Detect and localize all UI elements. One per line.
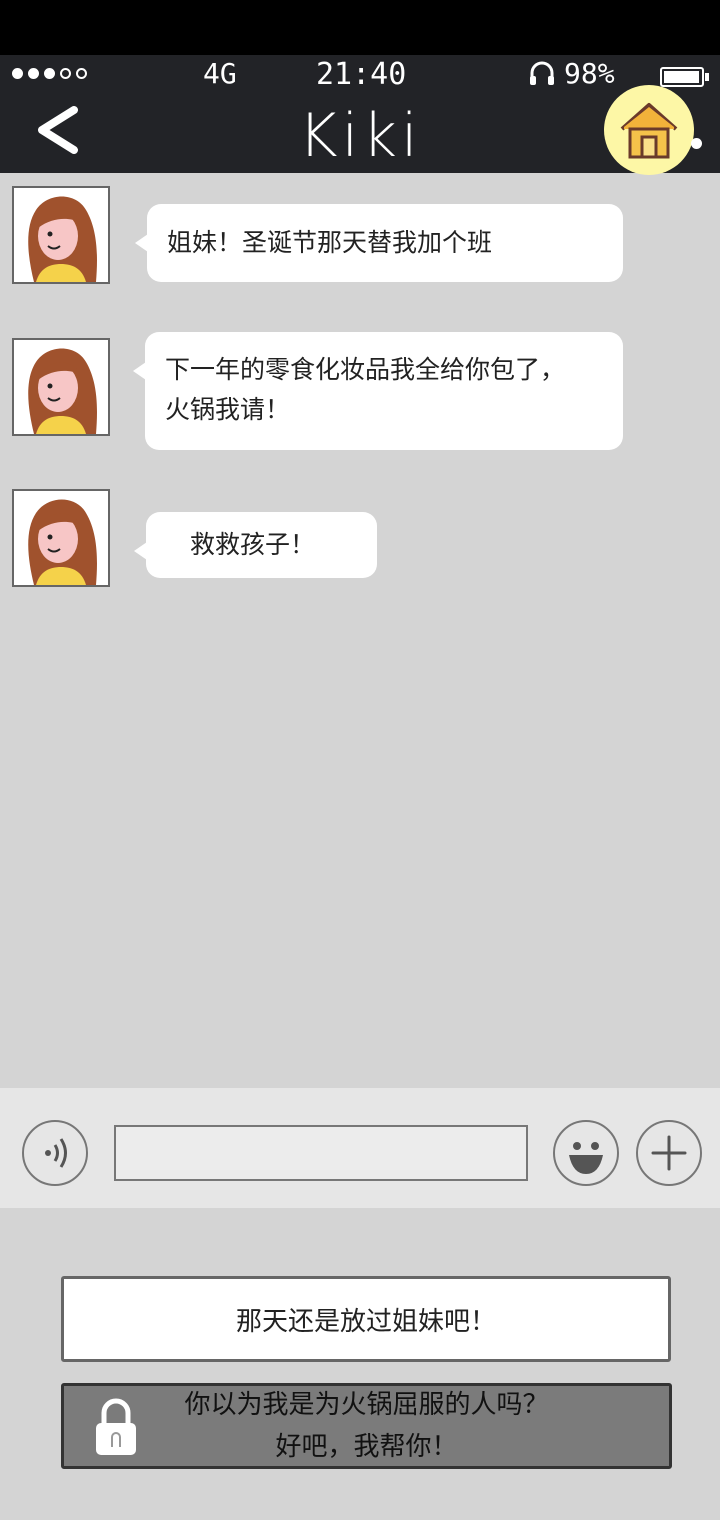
home-button[interactable] xyxy=(604,85,694,175)
top-black-bar xyxy=(0,0,720,55)
choice-option-1[interactable]: 那天还是放过姐妹吧！ xyxy=(61,1276,671,1362)
avatar[interactable] xyxy=(12,338,110,436)
voice-button[interactable] xyxy=(22,1120,88,1186)
network-type: 4G xyxy=(203,57,237,90)
message-text: 姐妹！圣诞节那天替我加个班 xyxy=(167,228,493,257)
message-bubble: 救救孩子！ xyxy=(134,512,377,578)
message-text-line: 下一年的零食化妆品我全给你包了， xyxy=(165,355,566,384)
battery-fill xyxy=(664,71,699,83)
avatar[interactable] xyxy=(12,489,110,587)
plus-button[interactable] xyxy=(636,1120,702,1186)
headphone-icon xyxy=(528,59,556,94)
choice-option-2-locked[interactable]: 你以为我是为火锅屈服的人吗？ 好吧，我帮你！ xyxy=(61,1383,672,1469)
signal-dot xyxy=(28,68,39,79)
app-header: 4G 21:40 98% Kiki xyxy=(0,55,720,175)
more-dot[interactable] xyxy=(691,138,702,149)
voice-icon xyxy=(45,1138,67,1168)
message-text-line: 火锅我请！ xyxy=(165,395,291,424)
choice-text: 那天还是放过姐妹吧！ xyxy=(235,1306,496,1337)
signal-dot xyxy=(76,68,87,79)
signal-dot xyxy=(44,68,55,79)
message-text: 救救孩子！ xyxy=(190,530,316,559)
clock: 21:40 xyxy=(316,57,407,92)
avatar[interactable] xyxy=(12,186,110,284)
emoji-button[interactable] xyxy=(553,1120,619,1186)
lock-icon xyxy=(92,1395,140,1459)
signal-dot xyxy=(12,68,23,79)
battery-icon xyxy=(660,67,709,87)
message-bubble: 姐妹！圣诞节那天替我加个班 xyxy=(135,204,623,282)
smiley-icon xyxy=(569,1142,603,1174)
message-bubble: 下一年的零食化妆品我全给你包了， 火锅我请！ xyxy=(133,332,623,450)
plus-icon xyxy=(651,1135,687,1171)
choice-text-line: 好吧，我帮你！ xyxy=(275,1432,458,1462)
house-icon xyxy=(620,103,678,159)
signal-dot xyxy=(60,68,71,79)
input-bar xyxy=(0,1088,720,1208)
choice-text-line: 你以为我是为火锅屈服的人吗？ xyxy=(184,1390,549,1420)
signal-strength-icon xyxy=(12,68,87,79)
chat-area: 姐妹！圣诞节那天替我加个班 下一年的零食化妆品我全给你包了， 火锅我请！ 救救孩… xyxy=(0,173,720,1088)
message-input[interactable] xyxy=(114,1125,528,1181)
